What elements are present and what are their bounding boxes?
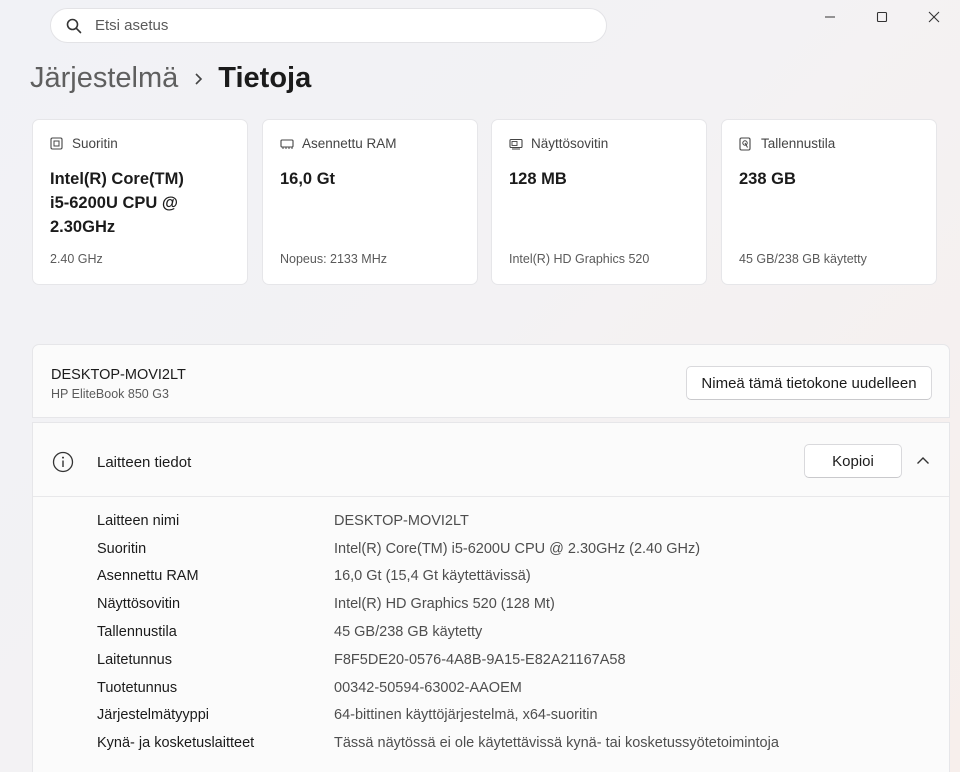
card-processor: Suoritin Intel(R) Core(TM) i5-6200U CPU … — [32, 119, 248, 285]
spec-value: DESKTOP-MOVI2LT — [334, 512, 469, 529]
card-value: 16,0 Gt — [280, 170, 336, 188]
card-label: Asennettu RAM — [302, 136, 397, 151]
card-label: Tallennustila — [761, 136, 836, 151]
card-value: 238 GB — [739, 170, 796, 188]
spec-row: Tallennustila 45 GB/238 GB käytetty — [97, 618, 779, 646]
card-label: Suoritin — [72, 136, 118, 151]
spec-row: Suoritin Intel(R) Core(TM) i5-6200U CPU @… — [97, 535, 779, 563]
ram-icon — [280, 137, 294, 151]
close-icon — [928, 11, 940, 23]
breadcrumb: Järjestelmä Tietoja — [30, 62, 311, 95]
card-subtext: Intel(R) HD Graphics 520 — [509, 252, 650, 266]
search-icon — [65, 17, 83, 35]
minimize-button[interactable] — [804, 6, 856, 28]
spec-value: Tässä näytössä ei ole käytettävissä kynä… — [334, 735, 779, 752]
spec-value: Intel(R) HD Graphics 520 (128 Mt) — [334, 596, 555, 613]
chevron-up-icon[interactable] — [913, 452, 933, 468]
device-specifications-panel: Laitteen tiedot Kopioi Laitteen nimi DESK… — [32, 422, 950, 772]
card-label: Näyttösovitin — [531, 136, 609, 151]
spec-value: F8F5DE20-0576-4A8B-9A15-E82A21167A58 — [334, 651, 626, 668]
search-input[interactable] — [95, 17, 575, 34]
close-button[interactable] — [908, 6, 960, 28]
device-name: DESKTOP-MOVI2LT — [51, 367, 186, 383]
display-adapter-icon — [509, 137, 523, 151]
storage-icon — [739, 136, 753, 151]
spec-row: Näyttösovitin Intel(R) HD Graphics 520 (1… — [97, 590, 779, 618]
spec-key: Laitteen nimi — [97, 512, 180, 529]
maximize-button[interactable] — [856, 6, 908, 28]
rename-pc-button[interactable]: Nimeä tämä tietokone uudelleen — [686, 366, 932, 400]
card-value: 128 MB — [509, 170, 567, 188]
device-specifications-header[interactable]: Laitteen tiedot Kopioi — [33, 423, 949, 497]
card-subtext: 45 GB/238 GB käytetty — [739, 252, 867, 266]
search-box[interactable] — [50, 8, 607, 43]
card-value: Intel(R) Core(TM) i5-6200U CPU @ 2.30GHz — [50, 170, 184, 236]
card-storage: Tallennustila 238 GB 45 GB/238 GB käytet… — [721, 119, 937, 285]
spec-key: Kynä- ja kosketuslaitteet — [97, 735, 255, 752]
spec-key: Suoritin — [97, 540, 147, 557]
device-panel: DESKTOP-MOVI2LT HP EliteBook 850 G3 Nime… — [32, 344, 950, 418]
spec-value: 16,0 Gt (15,4 Gt käytettävissä) — [334, 568, 531, 585]
spec-value: 45 GB/238 GB käytetty — [334, 624, 483, 641]
card-subtext: Nopeus: 2133 MHz — [280, 252, 388, 266]
card-display-adapter: Näyttösovitin 128 MB Intel(R) HD Graphic… — [491, 119, 707, 285]
spec-key: Järjestelmätyyppi — [97, 707, 210, 724]
card-subtext: 2.40 GHz — [50, 252, 103, 266]
copy-button[interactable]: Kopioi — [804, 444, 902, 478]
specs-list: Laitteen nimi DESKTOP-MOVI2LT Suoritin Int… — [97, 507, 779, 757]
minimize-icon — [825, 16, 835, 18]
maximize-icon — [876, 11, 888, 23]
spec-key: Tallennustila — [97, 624, 177, 641]
spec-value: 64-bittinen käyttöjärjestelmä, x64-suori… — [334, 707, 598, 724]
spec-row: Asennettu RAM 16,0 Gt (15,4 Gt käytettävi… — [97, 563, 779, 591]
spec-row: Tuotetunnus 00342-50594-63002-AAOEM — [97, 674, 779, 702]
card-ram: Asennettu RAM 16,0 Gt Nopeus: 2133 MHz — [262, 119, 478, 285]
spec-row: Kynä- ja kosketuslaitteet Tässä näytössä … — [97, 729, 779, 757]
spec-key: Näyttösovitin — [97, 596, 181, 613]
info-icon — [52, 451, 74, 473]
spec-key: Asennettu RAM — [97, 568, 199, 585]
spec-row: Järjestelmätyyppi 64-bittinen käyttöjärje… — [97, 702, 779, 730]
device-model: HP EliteBook 850 G3 — [51, 387, 169, 401]
spec-key: Tuotetunnus — [97, 679, 178, 696]
spec-row: Laitetunnus F8F5DE20-0576-4A8B-9A15-E82A2… — [97, 646, 779, 674]
window-controls — [804, 6, 960, 28]
chevron-right-icon — [194, 72, 204, 86]
breadcrumb-parent[interactable]: Järjestelmä — [30, 62, 178, 95]
spec-value: 00342-50594-63002-AAOEM — [334, 679, 522, 696]
section-title: Laitteen tiedot — [97, 454, 192, 471]
spec-key: Laitetunnus — [97, 651, 172, 668]
page-title: Tietoja — [218, 62, 312, 94]
spec-value: Intel(R) Core(TM) i5-6200U CPU @ 2.30GHz… — [334, 540, 701, 557]
processor-icon — [50, 137, 64, 151]
spec-row: Laitteen nimi DESKTOP-MOVI2LT — [97, 507, 779, 535]
